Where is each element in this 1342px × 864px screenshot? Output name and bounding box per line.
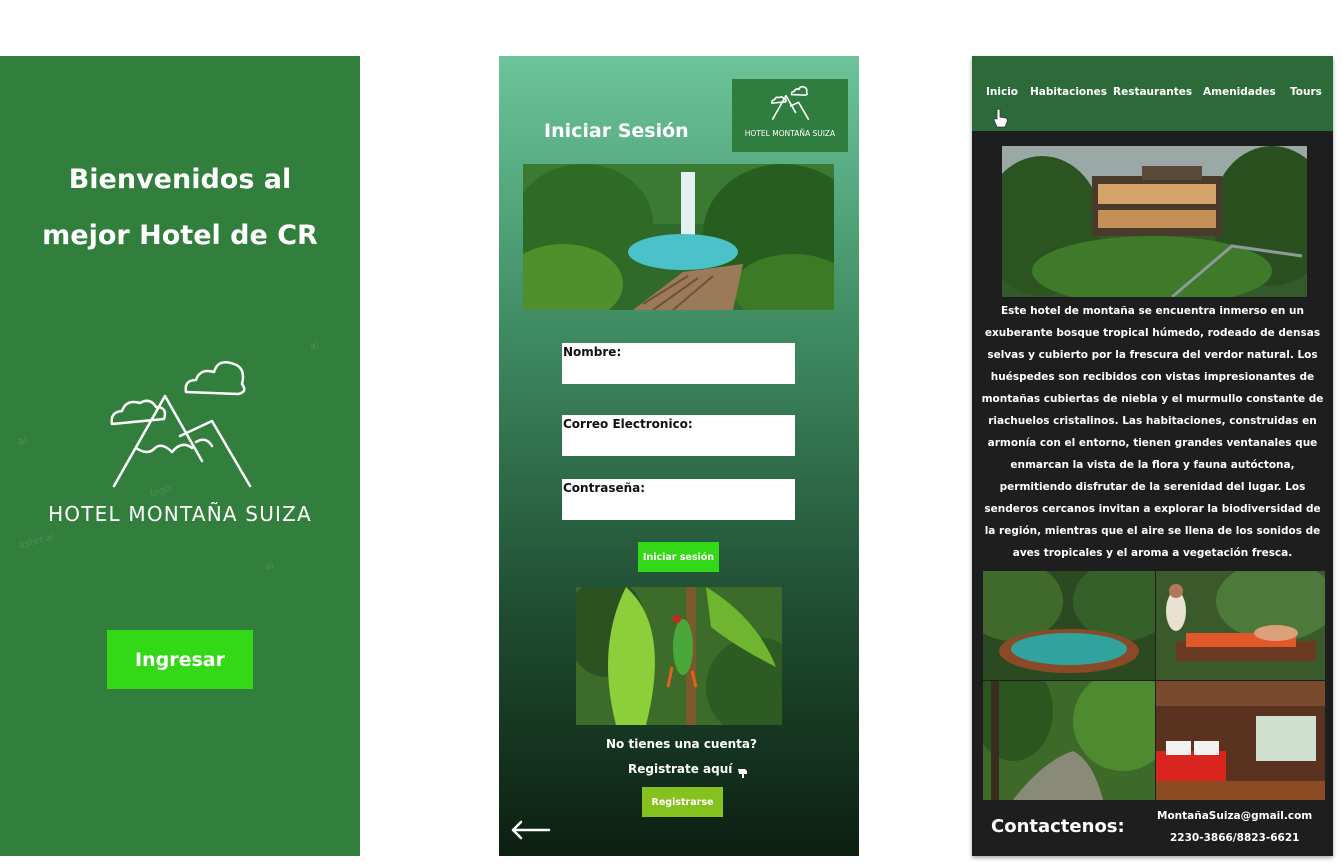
waterfall-photo xyxy=(523,164,834,310)
logo-text: HOTEL MONTAÑA SUIZA xyxy=(48,502,312,526)
contact-email[interactable]: MontañaSuiza@gmail.com xyxy=(1157,810,1312,822)
hotel-description: Este hotel de montaña se encuentra inmer… xyxy=(981,305,1324,559)
watermark: ai xyxy=(308,340,321,353)
contact-footer: Contactenos: MontañaSuiza@gmail.com 2230… xyxy=(972,800,1333,856)
password-field[interactable]: Contraseña: xyxy=(562,479,795,520)
watermark: ai xyxy=(16,435,29,448)
frog-photo xyxy=(576,587,782,725)
nav-item-habitaciones[interactable]: Habitaciones xyxy=(1030,86,1107,98)
nav-item-inicio[interactable]: Inicio xyxy=(986,86,1018,98)
no-account-text: No tienes una cuenta? xyxy=(606,737,757,751)
name-field[interactable]: Nombre: xyxy=(562,343,795,384)
contact-title: Contactenos: xyxy=(991,816,1125,837)
hotel-logo: HOTEL MONTAÑA SUIZA xyxy=(732,79,848,152)
login-heading: Iniciar Sesión xyxy=(544,120,689,142)
mountain-logo-icon xyxy=(770,85,810,121)
email-label: Correo Electronico: xyxy=(563,417,693,431)
pool-photo xyxy=(983,571,1155,680)
login-button[interactable]: Iniciar sesión xyxy=(638,542,719,572)
name-label: Nombre: xyxy=(563,345,622,359)
logo-text: HOTEL MONTAÑA SUIZA xyxy=(744,129,836,138)
register-button[interactable]: Registrarse xyxy=(642,787,723,817)
pointing-hand-icon xyxy=(738,769,747,778)
spa-photo xyxy=(1156,571,1325,680)
welcome-title-line1: Bienvenidos al xyxy=(68,164,292,195)
register-here-text: Registrate aquí xyxy=(628,762,733,776)
room-photo xyxy=(1156,681,1325,800)
welcome-title: Bienvenidos al mejor Hotel de CR xyxy=(0,152,360,264)
contact-phone: 2230-3866/8823-6621 xyxy=(1170,832,1300,844)
hotel-photo xyxy=(1002,146,1307,297)
email-field[interactable]: Correo Electronico: xyxy=(562,415,795,456)
mountain-logo-icon xyxy=(110,361,252,488)
nav-item-amenidades[interactable]: Amenidades xyxy=(1203,86,1276,98)
arrow-left-icon[interactable] xyxy=(509,818,553,842)
home-screen: Inicio Habitaciones Restaurantes Amenida… xyxy=(972,56,1333,856)
watermark: aster.ai xyxy=(17,531,56,552)
top-nav: Inicio Habitaciones Restaurantes Amenida… xyxy=(972,56,1333,131)
password-label: Contraseña: xyxy=(563,481,646,495)
welcome-title-line2: mejor Hotel de CR xyxy=(42,220,318,251)
login-screen: Iniciar Sesión HOTEL MONTAÑA SUIZA Nombr… xyxy=(499,56,859,856)
trail-photo xyxy=(983,681,1155,800)
nav-item-restaurantes[interactable]: Restaurantes xyxy=(1113,86,1192,98)
watermark: ai xyxy=(263,560,276,573)
pointer-hand-icon xyxy=(993,108,1008,128)
welcome-screen: Bienvenidos al mejor Hotel de CR ai logo… xyxy=(0,56,360,856)
nav-item-tours[interactable]: Tours xyxy=(1290,86,1322,98)
enter-button[interactable]: Ingresar xyxy=(107,630,253,689)
